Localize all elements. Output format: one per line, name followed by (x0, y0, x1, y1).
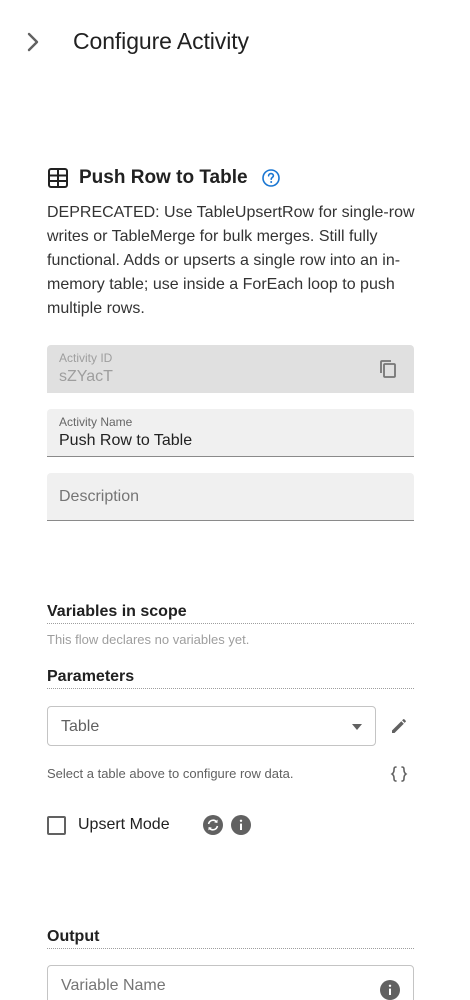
dropdown-arrow-icon (352, 724, 362, 730)
parameters-section-title: Parameters (47, 668, 414, 689)
variables-empty-text: This flow declares no variables yet. (47, 632, 250, 647)
chevron-right-icon (27, 32, 39, 52)
copy-icon[interactable] (378, 359, 398, 379)
variable-name-input[interactable]: Variable Name (47, 965, 414, 1000)
upsert-mode-label[interactable]: Upsert Mode (78, 816, 170, 834)
activity-id-label: Activity ID (59, 351, 113, 365)
upsert-mode-checkbox[interactable] (47, 815, 66, 835)
help-circle-icon[interactable] (261, 168, 281, 188)
info-icon[interactable] (380, 980, 400, 1000)
description-placeholder: Description (59, 488, 140, 505)
activity-description: DEPRECATED: Use TableUpsertRow for singl… (47, 204, 415, 317)
page-title: Configure Activity (73, 28, 249, 54)
table-grid-icon (48, 168, 68, 188)
activity-heading: Push Row to Table (47, 165, 281, 191)
activity-title: Push Row to Table (79, 167, 248, 188)
output-section-title: Output (47, 928, 414, 949)
table-select-label: Table (61, 718, 100, 735)
activity-name-field[interactable]: Activity Name Push Row to Table (47, 409, 414, 457)
info-icon[interactable] (230, 815, 251, 835)
table-select-hint: Select a table above to configure row da… (47, 766, 294, 781)
curly-braces-icon[interactable] (390, 765, 408, 783)
activity-id-field: Activity ID sZYacT (47, 345, 414, 393)
activity-name-value[interactable]: Push Row to Table (59, 432, 192, 450)
table-select[interactable]: Table (47, 706, 376, 746)
sync-icon[interactable] (202, 815, 223, 835)
variable-name-placeholder: Variable Name (61, 977, 166, 994)
activity-id-value: sZYacT (59, 368, 113, 385)
variables-section-title: Variables in scope (47, 603, 414, 624)
panel-header: Configure Activity (0, 0, 470, 84)
collapse-panel-button[interactable] (20, 28, 46, 56)
activity-name-label: Activity Name (59, 415, 133, 429)
upsert-mode-row: Upsert Mode (47, 813, 259, 837)
pencil-edit-icon[interactable] (389, 716, 409, 736)
description-field[interactable]: Description (47, 473, 414, 521)
